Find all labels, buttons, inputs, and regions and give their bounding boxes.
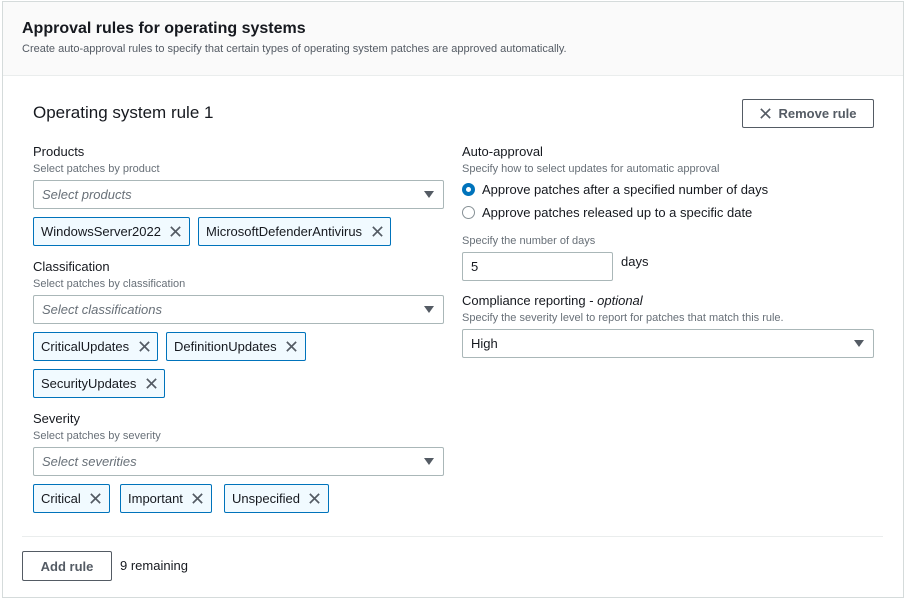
compliance-label: Compliance reporting - optional <box>462 293 643 308</box>
classification-placeholder: Select classifications <box>42 302 162 317</box>
auto-approval-label: Auto-approval <box>462 144 543 159</box>
token-label: CriticalUpdates <box>41 339 130 354</box>
severity-description: Select patches by severity <box>33 430 161 442</box>
products-description: Select patches by product <box>33 163 160 175</box>
panel-title: Approval rules for operating systems <box>22 20 306 37</box>
radio-label: Approve patches after a specified number… <box>482 182 769 197</box>
panel-header: Approval rules for operating systems Cre… <box>3 2 903 76</box>
compliance-value: High <box>471 336 498 351</box>
classification-description: Select patches by classification <box>33 278 186 290</box>
classification-token: SecurityUpdates <box>33 369 166 398</box>
radio-button[interactable] <box>462 206 475 219</box>
severity-token: Unspecified <box>224 484 329 513</box>
approval-rules-panel: Approval rules for operating systems Cre… <box>2 1 904 598</box>
token-label: DefinitionUpdates <box>174 339 277 354</box>
token-label: Unspecified <box>232 491 300 506</box>
remove-rule-button[interactable]: Remove rule <box>742 99 874 128</box>
close-icon[interactable] <box>89 492 103 506</box>
panel-description: Create auto-approval rules to specify th… <box>22 43 567 55</box>
days-input[interactable] <box>462 252 613 281</box>
add-rule-button[interactable]: Add rule <box>22 551 112 581</box>
compliance-select[interactable]: High <box>462 329 874 358</box>
close-icon[interactable] <box>285 340 299 354</box>
close-icon[interactable] <box>144 377 158 391</box>
classification-token: CriticalUpdates <box>33 332 159 361</box>
close-icon[interactable] <box>169 225 183 239</box>
radio-approve-after-days[interactable]: Approve patches after a specified number… <box>462 182 768 197</box>
token-label: MicrosoftDefenderAntivirus <box>206 224 363 239</box>
classification-token: DefinitionUpdates <box>166 332 306 361</box>
classification-select[interactable]: Select classifications <box>33 295 444 324</box>
rule-title: Operating system rule 1 <box>33 103 214 122</box>
radio-button[interactable] <box>462 183 475 196</box>
caret-down-icon <box>854 340 864 347</box>
token-label: SecurityUpdates <box>41 376 137 391</box>
token-label: Critical <box>41 491 81 506</box>
optional-tag: optional <box>597 293 643 308</box>
severity-select[interactable]: Select severities <box>33 447 444 476</box>
caret-down-icon <box>424 306 434 313</box>
product-token: WindowsServer2022 <box>33 217 190 246</box>
divider <box>22 536 883 537</box>
auto-approval-description: Specify how to select updates for automa… <box>462 163 720 175</box>
severity-token: Important <box>120 484 212 513</box>
days-unit: days <box>621 254 649 269</box>
days-label: Specify the number of days <box>462 235 596 247</box>
remove-rule-label: Remove rule <box>778 106 857 121</box>
close-icon <box>760 108 772 119</box>
caret-down-icon <box>424 458 434 465</box>
classification-label: Classification <box>33 259 110 274</box>
close-icon[interactable] <box>308 492 322 506</box>
severity-placeholder: Select severities <box>42 454 137 469</box>
compliance-description: Specify the severity level to report for… <box>462 312 784 324</box>
radio-approve-until-date[interactable]: Approve patches released up to a specifi… <box>462 205 752 220</box>
token-label: Important <box>128 491 183 506</box>
close-icon[interactable] <box>137 340 151 354</box>
products-placeholder: Select products <box>42 187 132 202</box>
caret-down-icon <box>424 191 434 198</box>
compliance-label-text: Compliance reporting <box>462 293 586 308</box>
products-select[interactable]: Select products <box>33 180 444 209</box>
severity-token: Critical <box>33 484 110 513</box>
compliance-separator: - <box>585 293 598 308</box>
radio-label: Approve patches released up to a specifi… <box>482 205 753 220</box>
token-label: WindowsServer2022 <box>41 224 161 239</box>
close-icon[interactable] <box>370 225 384 239</box>
products-label: Products <box>33 144 85 159</box>
severity-label: Severity <box>33 411 80 426</box>
product-token: MicrosoftDefenderAntivirus <box>198 217 392 246</box>
close-icon[interactable] <box>191 492 205 506</box>
remaining-count: 9 remaining <box>120 558 188 573</box>
